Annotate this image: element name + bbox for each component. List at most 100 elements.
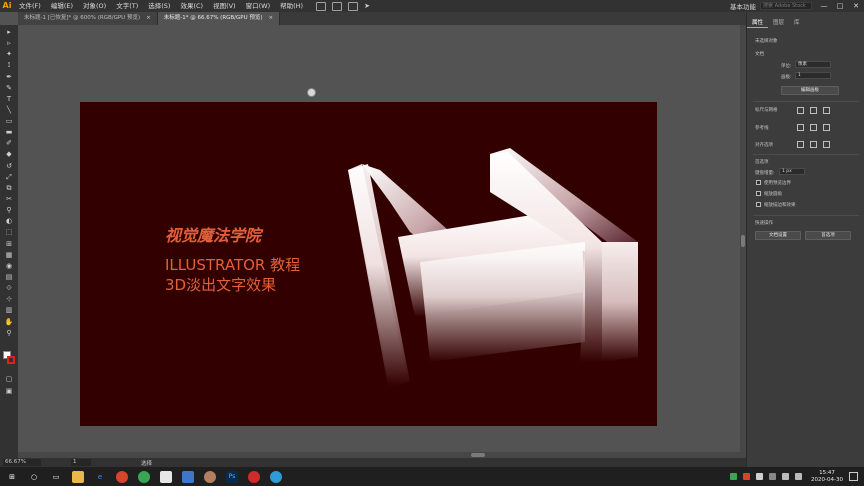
- tray-app-icon[interactable]: [730, 473, 738, 480]
- artboard-title-text[interactable]: 视觉魔法学院: [165, 222, 261, 246]
- network-icon[interactable]: [795, 473, 803, 480]
- workspace-switcher[interactable]: 基本功能: [730, 1, 756, 11]
- pencil-tool-icon[interactable]: ✐: [4, 139, 14, 148]
- netease-music-icon[interactable]: [248, 470, 260, 483]
- snap-to-glyph-icon[interactable]: [823, 141, 830, 148]
- selection-tool-icon[interactable]: ▸: [4, 28, 14, 37]
- shape-builder-tool-icon[interactable]: ⚲: [4, 206, 14, 215]
- artboard-tool-icon[interactable]: ⊹: [4, 295, 14, 304]
- menu-window[interactable]: 窗口(W): [241, 0, 276, 12]
- menu-object[interactable]: 对象(O): [78, 0, 111, 12]
- chrome-alt-icon[interactable]: [138, 470, 150, 483]
- direct-selection-tool-icon[interactable]: ▹: [4, 39, 14, 48]
- screen-mode-icon[interactable]: ▣: [4, 387, 14, 396]
- eyedropper-tool-icon[interactable]: ▦: [4, 251, 14, 260]
- 3d-letter-a-artwork[interactable]: [340, 142, 650, 392]
- start-icon[interactable]: ⊞: [6, 471, 18, 483]
- bridge-icon[interactable]: [316, 1, 327, 11]
- vertical-scroll-thumb[interactable]: [741, 235, 745, 247]
- scissors-tool-icon[interactable]: ✂: [4, 195, 14, 204]
- canvas-area[interactable]: 视觉魔法学院 ILLUSTRATOR 教程 3D淡出文字效果: [18, 25, 746, 458]
- volume-icon[interactable]: [782, 473, 790, 480]
- tray-app-icon[interactable]: [769, 473, 777, 480]
- chrome-icon[interactable]: [116, 470, 128, 483]
- close-button[interactable]: ✕: [848, 0, 864, 12]
- rotate-tool-icon[interactable]: ↺: [4, 162, 14, 171]
- free-transform-tool-icon[interactable]: ⧉: [4, 184, 14, 193]
- avatar-app-icon[interactable]: [204, 470, 216, 483]
- menu-type[interactable]: 文字(T): [111, 0, 143, 12]
- tab-properties[interactable]: 属性: [747, 18, 769, 28]
- layout-icon[interactable]: [348, 1, 359, 11]
- blend-tool-icon[interactable]: ◉: [4, 262, 14, 271]
- slice-tool-icon[interactable]: ▥: [4, 306, 14, 315]
- file-explorer-icon[interactable]: [72, 470, 84, 483]
- notification-icon[interactable]: [849, 472, 858, 481]
- lasso-tool-icon[interactable]: ⟟: [4, 61, 14, 70]
- magic-wand-tool-icon[interactable]: ✦: [4, 50, 14, 59]
- artboard-subtitle-text-1[interactable]: ILLUSTRATOR 教程: [165, 254, 300, 275]
- notepad-icon[interactable]: [160, 470, 172, 483]
- minimize-button[interactable]: —: [816, 0, 832, 12]
- send-icon[interactable]: ➤: [364, 2, 374, 11]
- rectangle-tool-icon[interactable]: ▭: [4, 117, 14, 126]
- line-tool-icon[interactable]: ╲: [4, 106, 14, 115]
- eraser-tool-icon[interactable]: ◆: [4, 150, 14, 159]
- arrange-documents-icon[interactable]: [332, 1, 343, 11]
- symbol-sprayer-tool-icon[interactable]: ▤: [4, 273, 14, 282]
- artboard-subtitle-text-2[interactable]: 3D淡出文字效果: [165, 274, 276, 295]
- scale-corners-checkbox[interactable]: [756, 191, 761, 196]
- photoshop-icon[interactable]: Ps: [226, 470, 238, 483]
- gradient-tool-icon[interactable]: ⊞: [4, 240, 14, 249]
- pen-tool-icon[interactable]: ✒: [4, 73, 14, 82]
- perspective-grid-tool-icon[interactable]: ◐: [4, 217, 14, 226]
- show-guides-icon[interactable]: [797, 124, 804, 131]
- draw-mode-icon[interactable]: ▢: [4, 375, 14, 384]
- ruler-icon[interactable]: [797, 107, 804, 114]
- scale-tool-icon[interactable]: ⤢: [4, 173, 14, 182]
- menu-view[interactable]: 视图(V): [208, 0, 241, 12]
- network-app-icon[interactable]: [182, 470, 194, 483]
- edit-artboard-button[interactable]: 编辑画板: [781, 86, 839, 95]
- snap-to-point-icon[interactable]: [797, 141, 804, 148]
- task-view-icon[interactable]: ▭: [50, 471, 62, 483]
- tray-app-icon[interactable]: [743, 473, 751, 480]
- paintbrush-tool-icon[interactable]: ▬: [4, 128, 14, 137]
- maximize-button[interactable]: □: [832, 0, 848, 12]
- search-icon[interactable]: ○: [28, 471, 40, 483]
- lock-guides-icon[interactable]: [810, 124, 817, 131]
- system-clock[interactable]: 15:47 2020-04-30: [811, 470, 843, 484]
- stock-search-input[interactable]: 搜索 Adobe Stock: [760, 2, 812, 10]
- document-tab-1[interactable]: 未标题-1 [已恢复]* @ 600% (RGB/GPU 预览) ×: [18, 12, 158, 25]
- artboard[interactable]: 视觉魔法学院 ILLUSTRATOR 教程 3D淡出文字效果: [80, 102, 657, 426]
- artboard-navigation-field[interactable]: 1: [71, 459, 91, 466]
- tray-app-icon[interactable]: [756, 473, 764, 480]
- type-tool-icon[interactable]: T: [4, 95, 14, 104]
- edge-browser-icon[interactable]: e: [94, 471, 106, 483]
- grid-icon[interactable]: [810, 107, 817, 114]
- menu-file[interactable]: 文件(F): [14, 0, 46, 12]
- browser-app-icon[interactable]: [270, 470, 282, 483]
- hand-tool-icon[interactable]: ✋: [4, 318, 14, 327]
- snap-to-pixel-icon[interactable]: [810, 141, 817, 148]
- zoom-tool-icon[interactable]: ⚲: [4, 329, 14, 338]
- transparency-grid-icon[interactable]: [823, 107, 830, 114]
- menu-edit[interactable]: 编辑(E): [46, 0, 78, 12]
- tab-libraries[interactable]: 库: [789, 18, 805, 28]
- column-graph-tool-icon[interactable]: ⟐: [4, 284, 14, 293]
- mesh-tool-icon[interactable]: ⬚: [4, 228, 14, 237]
- units-select[interactable]: 像素: [795, 61, 831, 68]
- preferences-button[interactable]: 首选项: [805, 231, 851, 240]
- menu-select[interactable]: 选择(S): [143, 0, 175, 12]
- tab-close-icon[interactable]: ×: [146, 12, 151, 25]
- stroke-swatch-icon[interactable]: [7, 356, 15, 364]
- document-tab-2[interactable]: 未标题-1* @ 66.67% (RGB/GPU 预览) ×: [157, 12, 281, 25]
- keyboard-increment-input[interactable]: 1 px: [779, 168, 805, 175]
- use-preview-bounds-checkbox[interactable]: [756, 180, 761, 185]
- tab-layers[interactable]: 图层: [768, 18, 789, 28]
- smart-guides-icon[interactable]: [823, 124, 830, 131]
- menu-help[interactable]: 帮助(H): [275, 0, 308, 12]
- horizontal-scroll-thumb[interactable]: [471, 453, 485, 457]
- curvature-tool-icon[interactable]: ✎: [4, 84, 14, 93]
- document-setup-button[interactable]: 文档设置: [755, 231, 801, 240]
